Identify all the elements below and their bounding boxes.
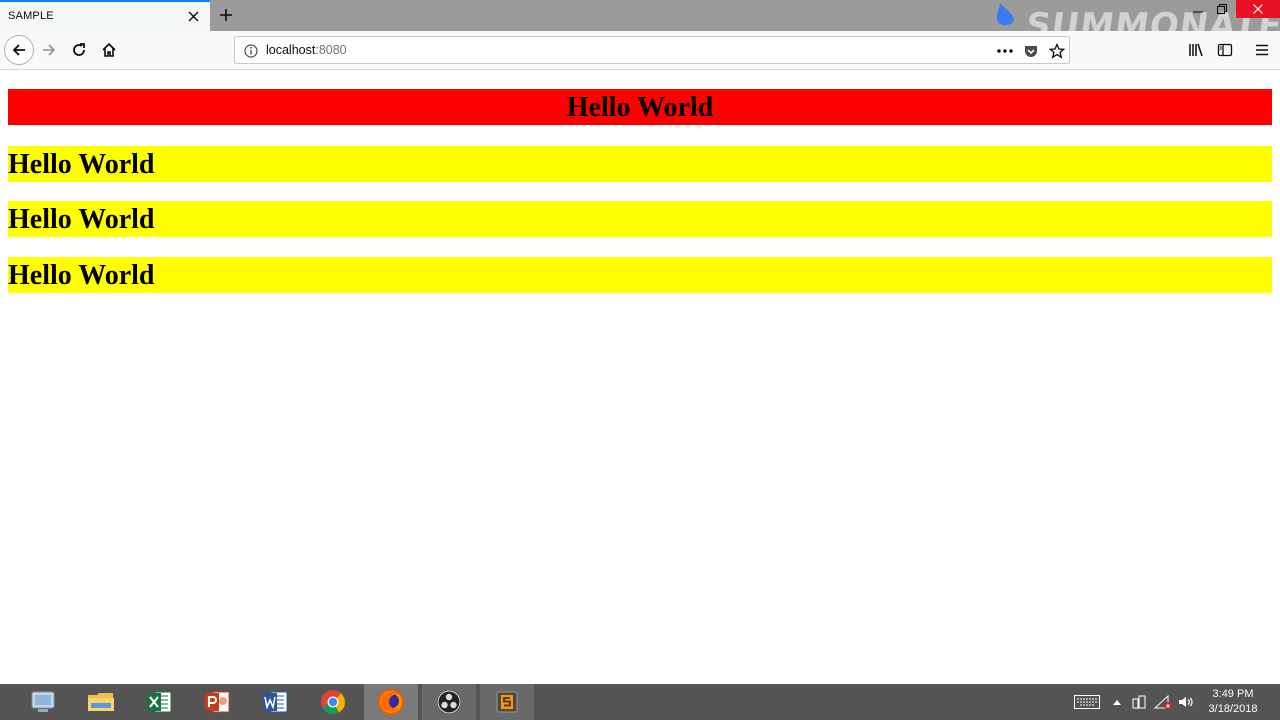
keyboard-icon[interactable] [1072, 693, 1102, 711]
device-icon[interactable] [1130, 693, 1148, 711]
chrome-icon[interactable] [306, 684, 360, 720]
sublime-text-icon[interactable] [480, 684, 534, 720]
library-icon[interactable] [1181, 35, 1211, 65]
url-port: :8080 [315, 43, 347, 57]
title-bar: SAMPLE SUMMONATE [0, 0, 1280, 46]
url-text[interactable]: localhost:8080 [266, 43, 347, 57]
banner-heading: Hello World [8, 89, 1272, 125]
new-tab-icon[interactable] [213, 2, 239, 28]
page-actions-icon[interactable] [995, 42, 1015, 60]
obs-icon[interactable] [422, 684, 476, 720]
clock-time: 3:49 PM [1212, 688, 1254, 700]
powerpoint-icon[interactable] [190, 684, 244, 720]
sidebar-icon[interactable] [1210, 35, 1240, 65]
menu-icon[interactable] [1247, 35, 1277, 65]
url-host: localhost [266, 43, 316, 57]
url-bar[interactable]: localhost:8080 [234, 36, 1070, 64]
restore-icon[interactable] [1208, 0, 1236, 18]
taskbar-clock[interactable]: 3:49 PM 3/18/2018 [1200, 687, 1266, 717]
heading-row-3: Hello World [8, 257, 1272, 293]
bookmark-star-icon[interactable] [1047, 42, 1067, 60]
file-explorer-icon[interactable] [74, 684, 128, 720]
taskbar: 3:49 PM 3/18/2018 [0, 684, 1280, 720]
tab-sample[interactable]: SAMPLE [0, 0, 210, 31]
back-icon[interactable] [4, 35, 34, 65]
volume-icon[interactable] [1176, 693, 1196, 711]
system-app-icon[interactable] [16, 684, 70, 720]
clock-date: 3/18/2018 [1208, 703, 1258, 715]
reload-icon[interactable] [64, 35, 94, 65]
close-window-icon[interactable] [1236, 0, 1280, 18]
excel-icon[interactable] [132, 684, 186, 720]
show-hidden-icons-icon[interactable] [1110, 693, 1124, 711]
forward-icon[interactable] [34, 35, 64, 65]
firefox-icon[interactable] [364, 684, 418, 720]
word-icon[interactable] [248, 684, 302, 720]
tab-title: SAMPLE [8, 10, 54, 22]
info-icon[interactable] [243, 43, 259, 59]
heading-row-1: Hello World [8, 146, 1272, 182]
home-icon[interactable] [94, 35, 124, 65]
heading-row-2: Hello World [8, 201, 1272, 237]
droplet-icon [994, 2, 1016, 28]
navigation-toolbar: localhost:8080 [0, 31, 1280, 70]
close-tab-icon[interactable] [184, 6, 202, 26]
network-disconnected-icon[interactable] [1152, 693, 1174, 711]
pocket-icon[interactable] [1021, 42, 1041, 60]
page-content: Hello World Hello World Hello World Hell… [0, 70, 1280, 684]
